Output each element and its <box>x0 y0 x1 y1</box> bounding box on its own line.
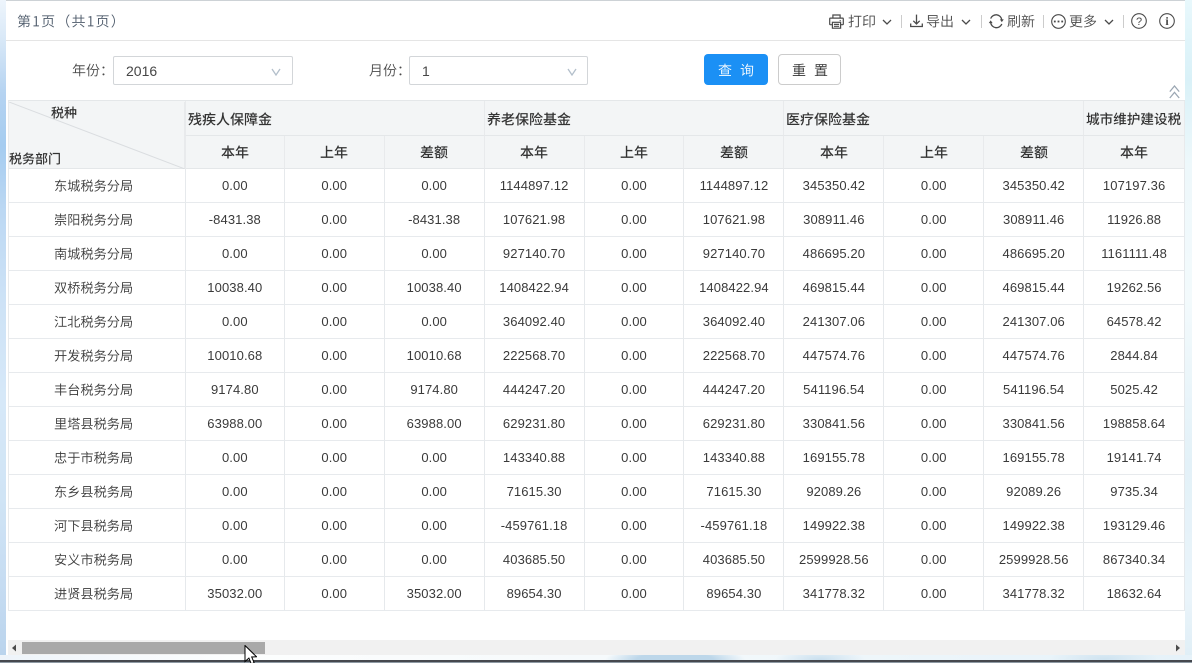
svg-text:i: i <box>1165 14 1169 28</box>
svg-text:?: ? <box>1136 16 1142 28</box>
